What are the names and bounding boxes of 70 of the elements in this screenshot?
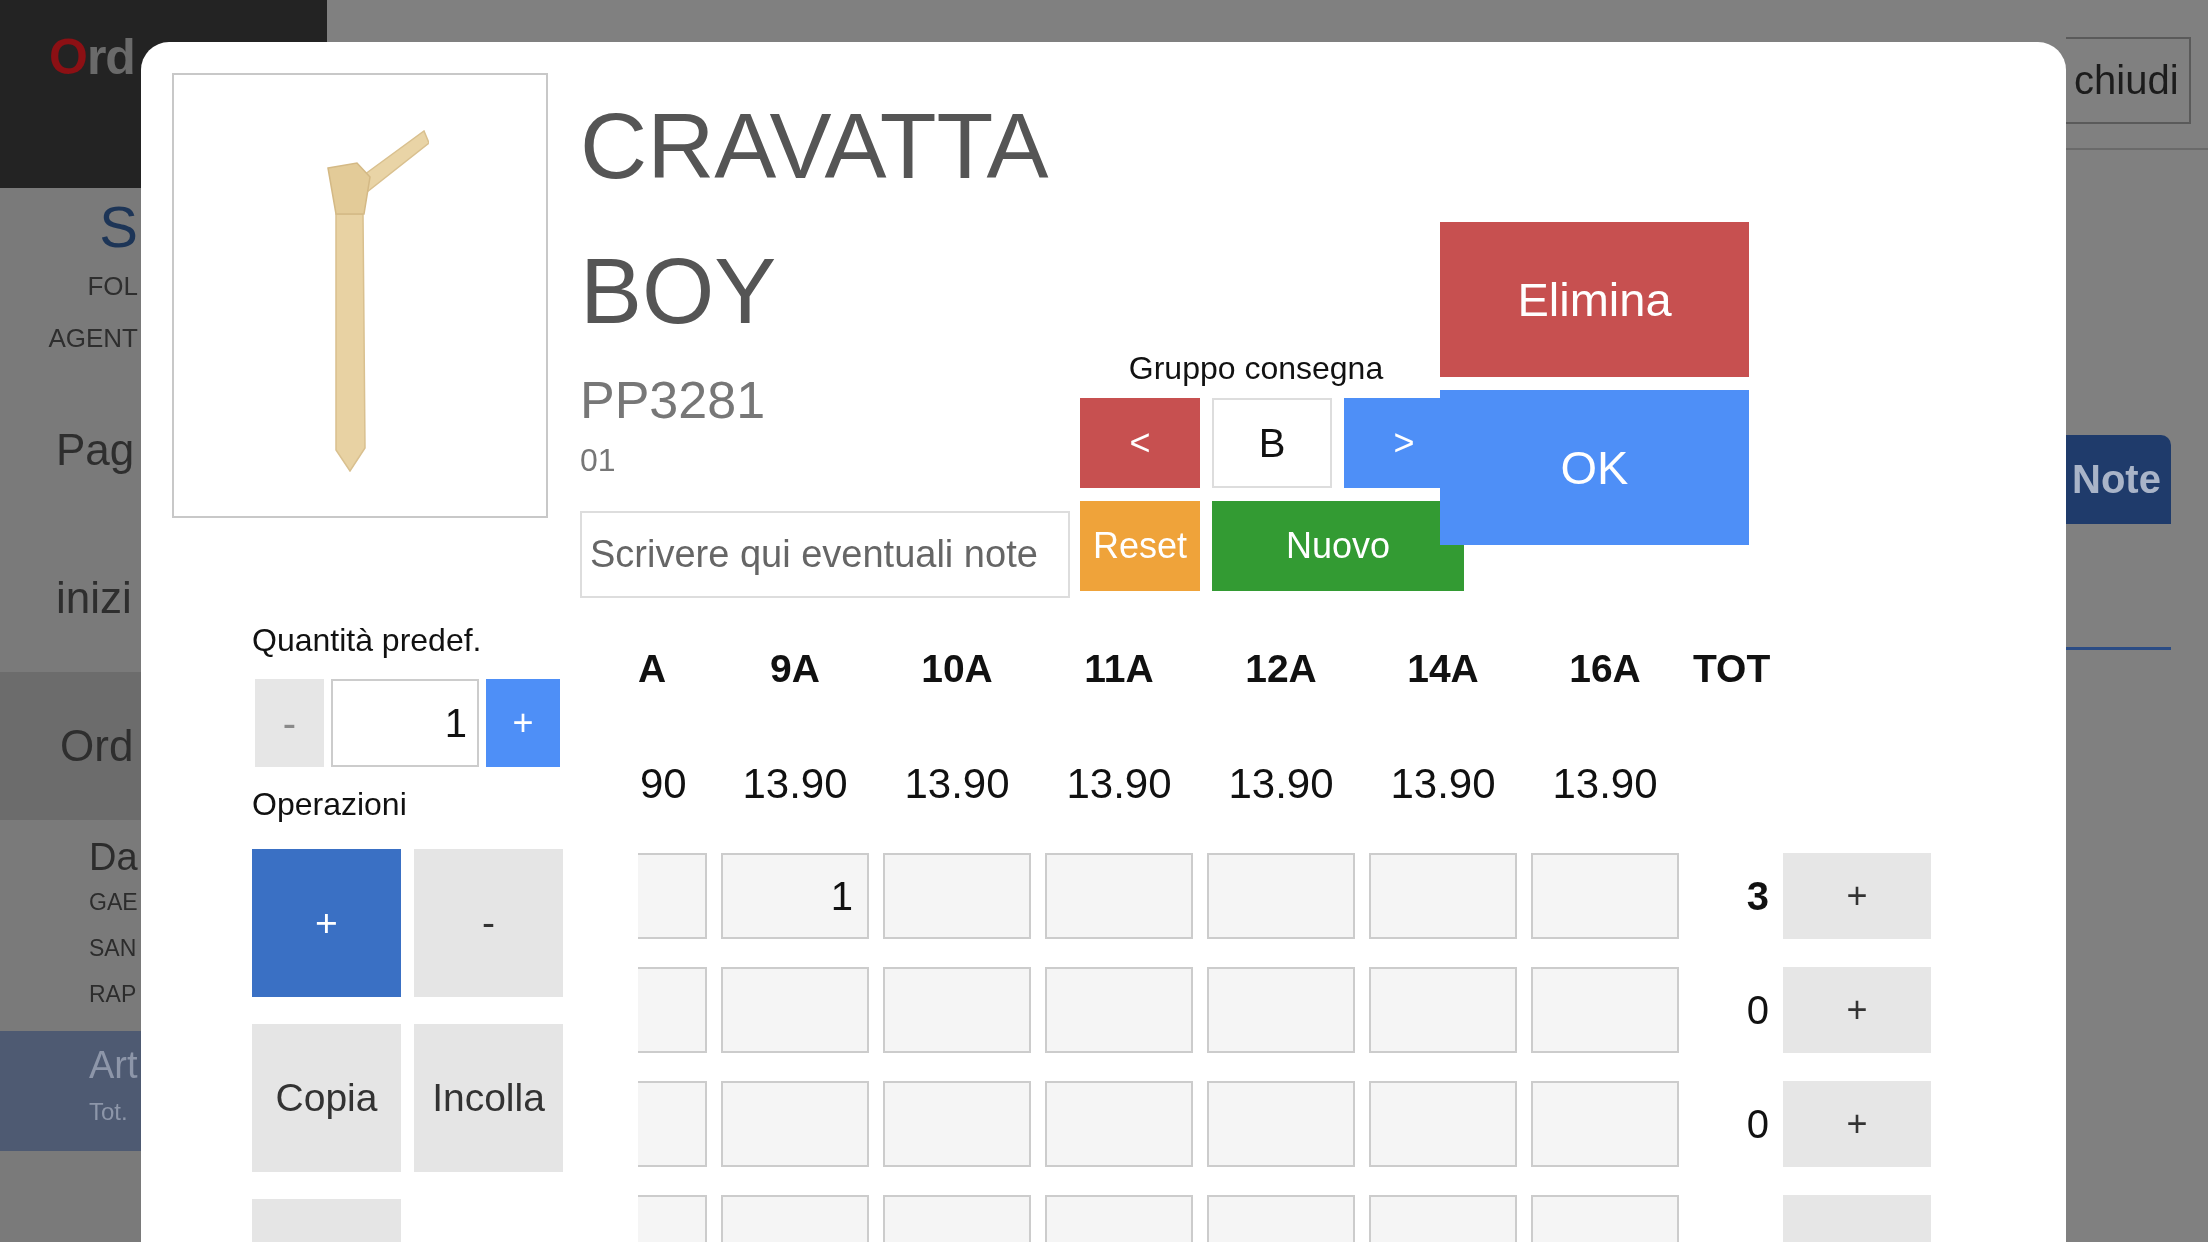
order-list-item[interactable]: Da GAE SAN RAP [0,820,141,1031]
row-total: 3 [1745,873,1769,920]
row-total: 0 [1745,1101,1769,1148]
operation-button[interactable]: + [252,849,401,997]
add-button[interactable]: + [1783,853,1931,939]
new-button[interactable]: Nuovo [1212,501,1464,591]
variant-code: 01 [580,442,616,479]
add-button[interactable]: + [1783,967,1931,1053]
price-text: 13.90 [1065,758,1173,809]
size-header: 11A [1083,646,1155,692]
previous-button[interactable]: < [1080,398,1200,488]
price-text: 13.90 [741,758,849,809]
quantity-input[interactable] [1369,853,1517,939]
tab[interactable]: Note [2066,435,2171,524]
quantity-input[interactable] [883,1081,1031,1167]
quantity-input[interactable] [883,967,1031,1053]
increase-button[interactable]: + [486,679,560,767]
size-header: 14A [1406,646,1480,692]
quantity-input[interactable] [1531,853,1679,939]
user-info-text: FOL [87,270,138,303]
quantity-input[interactable] [1369,1081,1517,1167]
quantity-input[interactable] [1531,967,1679,1053]
delete-button[interactable]: Elimina [1440,222,1749,377]
logo[interactable]: Ord [49,35,135,79]
quantity-input[interactable] [1045,1081,1193,1167]
quantity-input[interactable] [721,1081,869,1167]
product-code: PP3281 [580,370,766,430]
row-total: 0 [1745,987,1769,1034]
quantity-input[interactable] [638,967,707,1053]
quantity-input[interactable] [638,1081,707,1167]
delivery-group-field[interactable]: B [1212,398,1332,488]
quantity-input[interactable] [1207,853,1355,939]
quantity-input[interactable] [1207,1081,1355,1167]
quantity-input[interactable] [1045,967,1193,1053]
quantity-field[interactable]: 1 [331,679,479,767]
ok-button[interactable]: OK [1440,390,1749,545]
quantity-input[interactable] [1369,967,1517,1053]
add-button[interactable]: + [1783,1081,1931,1167]
size-header: A [638,646,668,692]
tool-button[interactable]: Copia [252,1024,401,1172]
nav-item[interactable]: inizi [0,524,141,672]
price-text: 13.90 [1551,758,1659,809]
operations-label: Operazioni [252,785,408,824]
notes-field[interactable]: Scrivere qui eventuali note [580,511,1070,598]
user-info-text: AGENT [48,322,138,355]
product-name: CRAVATTA BOY [580,93,1046,345]
quantity-input[interactable] [883,853,1031,939]
delivery-group-label: Gruppo consegna [1128,349,1384,388]
price-text: 90 [639,758,688,809]
quantity-input[interactable] [638,853,707,939]
size-header: 10A [920,646,994,692]
nav-section[interactable]: Ord [0,672,141,820]
quantity-input[interactable] [1531,1081,1679,1167]
price-text: 13.90 [1389,758,1497,809]
price-text: 13.90 [903,758,1011,809]
size-header: 12A [1244,646,1318,692]
default-quantity-label: Quantità predef. [252,621,483,660]
tool-button[interactable]: Incolla [414,1024,563,1172]
user-initial: S [99,201,138,253]
quantity-input[interactable] [1207,967,1355,1053]
price-text: 13.90 [1227,758,1335,809]
size-header: 9A [769,646,821,692]
quantity-input[interactable]: 1 [721,853,869,939]
quantity-input[interactable] [721,967,869,1053]
order-list-item[interactable]: Art Tot. [0,1031,141,1151]
nav-item[interactable]: Pag [0,376,141,524]
total-header: TOT [1693,646,1769,692]
operation-button[interactable]: - [414,849,563,997]
quantity-input[interactable] [1045,853,1193,939]
size-header: 16A [1568,646,1642,692]
